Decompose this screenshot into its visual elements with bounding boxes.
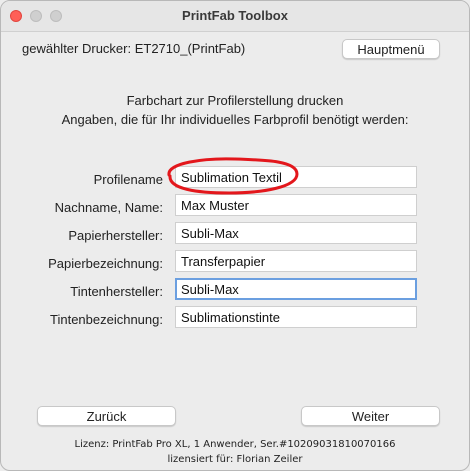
profile-name-label: Profilename: [93, 172, 163, 187]
ink-name-label: Tintenbezeichnung:: [50, 312, 163, 327]
title-bar: PrintFab Toolbox: [1, 1, 469, 32]
ink-name-input[interactable]: [175, 306, 417, 328]
window-title: PrintFab Toolbox: [182, 8, 288, 23]
app-window: PrintFab Toolbox gewählter Drucker: ET27…: [0, 0, 470, 471]
paper-name-label: Papierbezeichnung:: [48, 256, 163, 271]
paper-name-input[interactable]: [175, 250, 417, 272]
back-button[interactable]: Zurück: [37, 406, 176, 426]
profile-name-input[interactable]: [175, 166, 417, 188]
ink-manufacturer-label: Tintenhersteller:: [70, 284, 163, 299]
name-label: Nachname, Name:: [54, 200, 163, 215]
next-button[interactable]: Weiter: [301, 406, 440, 426]
main-menu-button[interactable]: Hauptmenü: [342, 39, 440, 59]
license-info: Lizenz: PrintFab Pro XL, 1 Anwender, Ser…: [74, 439, 396, 450]
intro-subheading: Angaben, die für Ihr individuelles Farbp…: [61, 112, 409, 127]
printer-label: gewählter Drucker: ET2710_(PrintFab): [22, 41, 246, 56]
name-input[interactable]: [175, 194, 417, 216]
ink-manufacturer-input[interactable]: [175, 278, 417, 300]
paper-manufacturer-input[interactable]: [175, 222, 417, 244]
intro-heading: Farbchart zur Profilerstellung drucken: [126, 93, 344, 108]
paper-manufacturer-label: Papierhersteller:: [68, 228, 163, 243]
licensed-for: lizensiert für: Florian Zeiler: [167, 454, 303, 465]
